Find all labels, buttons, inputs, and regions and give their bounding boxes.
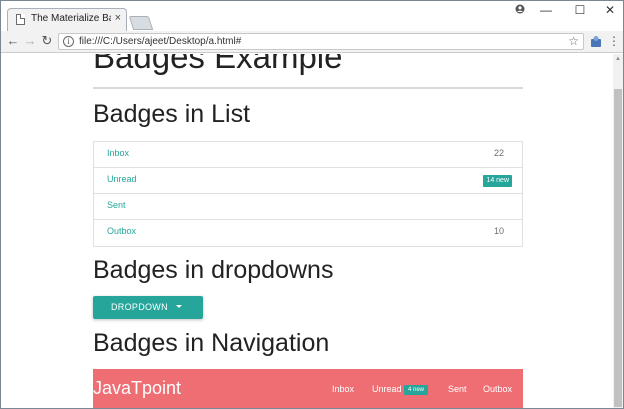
extension-icon[interactable]	[590, 35, 603, 48]
divider	[93, 87, 523, 89]
dropdown-heading: Badges in dropdowns	[93, 256, 334, 284]
close-button[interactable]: ✕	[595, 1, 623, 21]
info-icon[interactable]: i	[63, 36, 74, 47]
browser-tab[interactable]: The Materialize Badges E ×	[7, 8, 127, 31]
count-badge: 10	[493, 226, 504, 236]
scroll-thumb[interactable]	[614, 89, 622, 407]
nav-link-inbox[interactable]: Inbox	[332, 384, 354, 394]
browser-window: The Materialize Badges E × — ☐ ✕ ← → ↻ i…	[0, 0, 624, 409]
maximize-button[interactable]: ☐	[565, 1, 595, 21]
url-text[interactable]: file:///C:/Users/ajeet/Desktop/a.html#	[79, 36, 241, 47]
list-item-label[interactable]: Sent	[107, 200, 126, 210]
new-badge: 4 new	[404, 385, 429, 395]
forward-button[interactable]: →	[23, 34, 37, 48]
profile-icon[interactable]	[515, 4, 525, 14]
nav-heading: Badges in Navigation	[93, 329, 330, 357]
page-title: Badges Example	[93, 54, 343, 75]
tab-title: The Materialize Badges E	[31, 13, 111, 24]
reload-button[interactable]: ↻	[40, 34, 54, 48]
minimize-button[interactable]: —	[531, 1, 561, 21]
navbar: JavaTpoint Inbox Unread 4 new Sent Outbo…	[93, 369, 523, 408]
brand-logo[interactable]: JavaTpoint	[93, 378, 181, 399]
caret-down-icon	[176, 305, 182, 308]
new-badge: 14 new	[483, 175, 512, 187]
menu-icon[interactable]: ⋮	[608, 34, 620, 48]
list-item-outbox[interactable]: Outbox 10	[94, 220, 522, 246]
star-icon[interactable]: ☆	[568, 34, 579, 48]
document-icon	[16, 14, 25, 25]
back-button[interactable]: ←	[6, 34, 20, 48]
nav-link-unread[interactable]: Unread	[372, 384, 402, 394]
list-item-label[interactable]: Inbox	[107, 148, 129, 158]
list-item-label[interactable]: Unread	[107, 174, 137, 184]
list-item-unread[interactable]: Unread 14 new	[94, 168, 522, 194]
nav-link-outbox[interactable]: Outbox	[483, 384, 512, 394]
vertical-scrollbar[interactable]: ▲	[613, 54, 623, 408]
count-badge: 22	[493, 148, 504, 158]
dropdown-button[interactable]: DROPDOWN	[93, 296, 203, 319]
page-viewport: Badges Example Badges in List Inbox 22 U…	[1, 54, 613, 408]
address-bar[interactable]: i file:///C:/Users/ajeet/Desktop/a.html#…	[58, 33, 584, 50]
title-bar: The Materialize Badges E × — ☐ ✕	[1, 1, 623, 31]
badge-list: Inbox 22 Unread 14 new Sent Outbox 10	[93, 141, 523, 247]
new-tab-button[interactable]	[128, 16, 154, 30]
scroll-up-arrow-icon[interactable]: ▲	[613, 54, 623, 64]
dropdown-label: DROPDOWN	[111, 302, 168, 312]
list-item-label[interactable]: Outbox	[107, 226, 136, 236]
nav-link-sent[interactable]: Sent	[448, 384, 467, 394]
browser-toolbar: ← → ↻ i file:///C:/Users/ajeet/Desktop/a…	[1, 31, 623, 53]
list-heading: Badges in List	[93, 100, 251, 128]
list-item-sent[interactable]: Sent	[94, 194, 522, 220]
tab-close-button[interactable]: ×	[115, 12, 121, 24]
list-item-inbox[interactable]: Inbox 22	[94, 142, 522, 168]
